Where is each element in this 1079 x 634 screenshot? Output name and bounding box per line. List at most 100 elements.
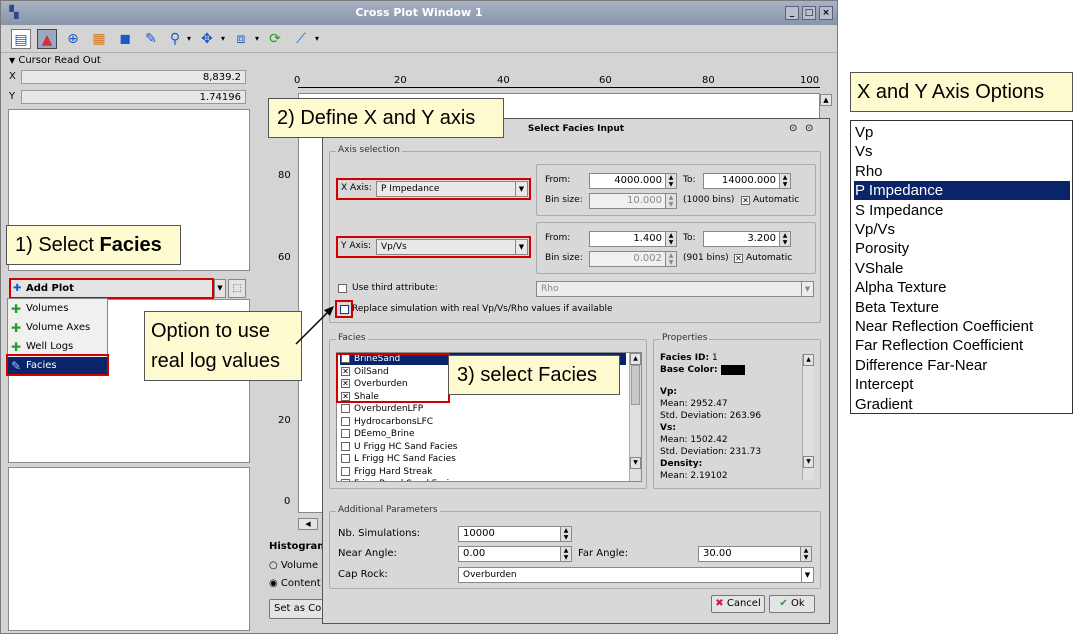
facies-checkbox[interactable] — [341, 429, 350, 438]
chevron-down-icon[interactable]: ▾ — [307, 29, 327, 49]
chevron-down-icon[interactable]: ▾ — [179, 29, 199, 49]
cursor-readout-header[interactable]: ▼ Cursor Read Out — [9, 55, 101, 66]
axis-option-item[interactable]: S Impedance — [854, 201, 1070, 220]
facies-checkbox[interactable] — [341, 441, 350, 451]
facies-checkbox[interactable] — [341, 466, 350, 476]
cap-rock-combo[interactable]: Overburden ▼ — [458, 567, 814, 583]
spinner-icon[interactable]: ▲ ▼ — [665, 232, 676, 246]
add-plot-dropdown[interactable]: ▼ — [214, 279, 226, 298]
axis-option-item[interactable]: Vp — [854, 123, 1070, 142]
facies-list-item[interactable]: DEemo_Brine — [340, 428, 626, 440]
x-readout: 8,839.2 — [21, 70, 246, 84]
y-automatic-checkbox[interactable]: ✕ — [734, 254, 743, 263]
vs-std: Std. Deviation: 231.73 — [660, 447, 762, 457]
refresh-icon[interactable]: ⟳ — [265, 29, 285, 49]
ok-button[interactable]: ✔ Ok — [769, 595, 815, 613]
facies-list-item[interactable]: U Frigg HC Sand Facies — [340, 441, 626, 453]
delete-icon[interactable]: ⬚ — [228, 279, 246, 298]
crosshair-icon[interactable]: ⊕ — [63, 29, 83, 49]
facies-checkbox[interactable] — [341, 479, 350, 481]
scroll-down-button[interactable]: ▼ — [803, 456, 814, 468]
axis-option-item[interactable]: Beta Texture — [854, 298, 1070, 317]
axis-option-item[interactable]: Intercept — [854, 375, 1070, 394]
collapse-icon[interactable]: ⊙ — [789, 123, 797, 134]
menu-item-volumes[interactable]: ✚ Volumes — [8, 300, 107, 318]
nb-simulations-input[interactable]: 10000 ▲ ▼ — [458, 526, 572, 542]
near-angle-value: 0.00 — [463, 548, 486, 559]
automatic-label: Automatic — [746, 253, 793, 263]
near-angle-input[interactable]: 0.00 ▲ ▼ — [458, 546, 572, 562]
spinner-icon[interactable]: ▲ ▼ — [779, 232, 790, 246]
scroll-thumb[interactable] — [631, 365, 640, 405]
third-attribute-combo[interactable]: Rho ▼ — [536, 281, 814, 297]
y-bin-input[interactable]: 0.002 ▲ ▼ — [589, 251, 677, 267]
vp-mean: Mean: 2952.47 — [660, 399, 728, 409]
axis-option-item[interactable]: Vp/Vs — [854, 220, 1070, 239]
axis-option-item[interactable]: P Impedance — [854, 181, 1070, 201]
x-from-input[interactable]: 4000.000 ▲ ▼ — [589, 173, 677, 189]
properties-scrollbar[interactable]: ▲ ▼ — [802, 354, 814, 480]
scroll-up-button[interactable]: ▲ — [630, 353, 641, 365]
x-automatic-checkbox[interactable]: ✕ — [741, 196, 750, 205]
spinner-icon[interactable]: ▲ ▼ — [665, 194, 676, 208]
close-button[interactable]: × — [819, 6, 833, 20]
y-readout: 1.74196 — [21, 90, 246, 104]
scroll-left-button[interactable]: ◀ — [298, 518, 318, 530]
facies-list-item[interactable]: Frigg Basal Sand Facies — [340, 478, 626, 481]
axis-option-item[interactable]: Rho — [854, 162, 1070, 181]
facies-list-item[interactable]: HydrocarbonsLFC — [340, 416, 626, 428]
spinner-icon[interactable]: ▲ ▼ — [560, 547, 571, 561]
document-icon[interactable]: ▤ — [11, 29, 31, 49]
grid-color-icon[interactable]: ▦ — [89, 29, 109, 49]
spinner-icon[interactable]: ▲ ▼ — [665, 174, 676, 188]
axis-option-item[interactable]: Porosity — [854, 239, 1070, 258]
axis-option-item[interactable]: Near Reflection Coefficient — [854, 317, 1070, 336]
y-to-input[interactable]: 3.200 ▲ ▼ — [703, 231, 791, 247]
pencil-icon[interactable]: ✎ — [141, 29, 161, 49]
facies-list-item[interactable]: L Frigg HC Sand Facies — [340, 453, 626, 465]
chevron-down-icon[interactable]: ▾ — [247, 29, 267, 49]
cursor-readout-label: Cursor Read Out — [18, 55, 101, 66]
axis-option-item[interactable]: Vs — [854, 142, 1070, 161]
facies-checkbox[interactable] — [341, 404, 350, 413]
set-as-button[interactable]: Set as Co — [269, 599, 329, 619]
title-bar: ▚ Cross Plot Window 1 _ □ × — [1, 1, 837, 25]
far-angle-input[interactable]: 30.00 ▲ ▼ — [698, 546, 812, 562]
axis-option-item[interactable]: Gradient — [854, 395, 1070, 414]
facies-list-item[interactable]: OverburdenLFP — [340, 403, 626, 415]
menu-item-volume-axes[interactable]: ✚ Volume Axes — [8, 319, 107, 337]
cap-rock-label: Cap Rock: — [338, 569, 388, 580]
layers-icon[interactable]: ◼ — [115, 29, 135, 49]
scroll-down-button[interactable]: ▼ — [630, 457, 641, 469]
cancel-button[interactable]: ✖ Cancel — [711, 595, 765, 613]
close-icon[interactable]: ⊙ — [805, 123, 813, 134]
x-bin-input[interactable]: 10.000 ▲ ▼ — [589, 193, 677, 209]
radio-content[interactable]: ◉ Content — [269, 578, 321, 589]
third-attribute-checkbox[interactable] — [338, 284, 347, 293]
callout-4-line1: Option to use — [151, 320, 270, 342]
chart-icon[interactable]: ▲ — [37, 29, 57, 49]
y-from-input[interactable]: 1.400 ▲ ▼ — [589, 231, 677, 247]
facies-scrollbar[interactable]: ▲ ▼ — [629, 353, 641, 481]
app-icon: ▚ — [9, 5, 19, 19]
facies-list-item[interactable]: Frigg Hard Streak — [340, 466, 626, 478]
minimize-button[interactable]: _ — [785, 6, 799, 20]
y-from-value: 1.400 — [633, 233, 662, 244]
axis-option-item[interactable]: VShale — [854, 259, 1070, 278]
spinner-icon[interactable]: ▲ ▼ — [560, 527, 571, 541]
vp-label: Vp: — [660, 387, 678, 397]
scroll-up-button[interactable]: ▲ — [820, 94, 832, 106]
radio-volume[interactable]: ○ Volume — [269, 560, 318, 571]
axis-option-item[interactable]: Alpha Texture — [854, 278, 1070, 297]
facies-checkbox[interactable] — [341, 454, 350, 463]
axis-option-item[interactable]: Difference Far-Near — [854, 356, 1070, 375]
facies-checkbox[interactable] — [341, 416, 350, 426]
spinner-icon[interactable]: ▲ ▼ — [779, 174, 790, 188]
x-to-input[interactable]: 14000.000 ▲ ▼ — [703, 173, 791, 189]
scroll-up-button[interactable]: ▲ — [803, 354, 814, 366]
spinner-icon[interactable]: ▲ ▼ — [800, 547, 811, 561]
spinner-icon[interactable]: ▲ ▼ — [665, 252, 676, 266]
maximize-button[interactable]: □ — [802, 6, 816, 20]
chevron-down-icon[interactable]: ▾ — [213, 29, 233, 49]
axis-option-item[interactable]: Far Reflection Coefficient — [854, 336, 1070, 355]
